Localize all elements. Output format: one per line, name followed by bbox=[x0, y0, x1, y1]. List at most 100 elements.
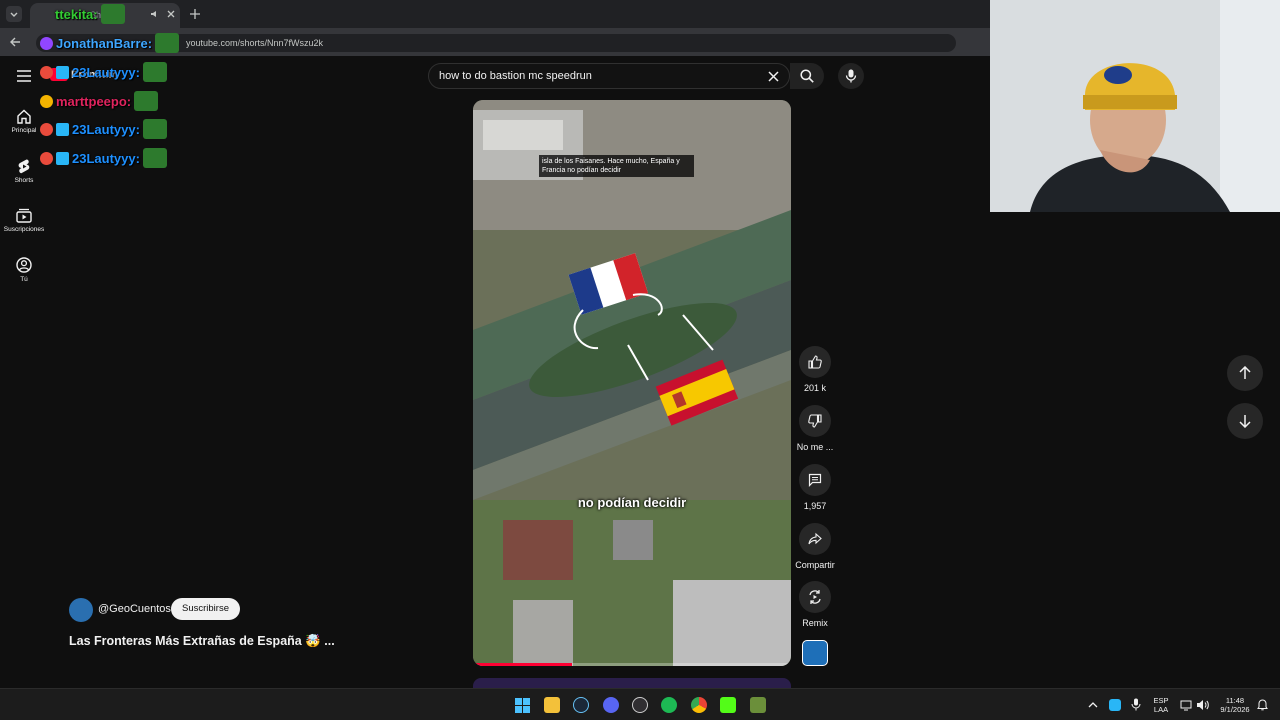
url-text: youtube.com/shorts/Nnn7fWszu2k bbox=[186, 38, 324, 48]
input-language-indicator[interactable]: ESP LAA bbox=[1150, 696, 1172, 714]
channel-handle[interactable]: @GeoCuentos bbox=[98, 603, 171, 615]
search-box[interactable]: how to do bastion mc speedrun bbox=[428, 63, 790, 89]
clear-search-icon[interactable] bbox=[768, 71, 779, 82]
chat-username: 23Lautyyy: bbox=[72, 64, 140, 80]
remix-button[interactable]: Remix bbox=[793, 581, 837, 628]
chat-emote-icon bbox=[142, 119, 167, 139]
chevron-down-icon bbox=[10, 12, 18, 17]
arrow-down-icon bbox=[1239, 415, 1251, 428]
chrome-icon[interactable] bbox=[691, 697, 707, 713]
thumbs-down-icon bbox=[808, 414, 822, 428]
like-button[interactable]: 201 k bbox=[793, 346, 837, 393]
volume-icon[interactable] bbox=[1196, 699, 1209, 711]
channel-avatar-small[interactable] bbox=[802, 640, 828, 666]
remix-label: Remix bbox=[802, 618, 828, 628]
video-title[interactable]: Las Fronteras Más Extrañas de España 🤯 .… bbox=[69, 634, 335, 649]
file-explorer-icon[interactable] bbox=[544, 697, 560, 713]
user-badge-icon bbox=[40, 94, 53, 108]
clock-time: 11:48 bbox=[1225, 696, 1245, 705]
video-label-card: isla de los Faisanes. Hace mucho, España… bbox=[539, 155, 694, 177]
minecraft-icon[interactable] bbox=[750, 697, 766, 713]
arrow-up-icon bbox=[1239, 366, 1251, 379]
previous-short-button[interactable] bbox=[1227, 355, 1263, 391]
video-caption: no podían decidir bbox=[577, 495, 687, 510]
sidebar-item-you[interactable]: Tú bbox=[0, 257, 48, 283]
share-button[interactable]: Compartir bbox=[793, 523, 837, 570]
dislike-label: No me ... bbox=[796, 442, 834, 452]
spotify-icon[interactable] bbox=[661, 697, 677, 713]
dislike-button[interactable]: No me ... bbox=[793, 405, 837, 452]
browser-tab-bar: Shorts bbox=[0, 0, 990, 28]
share-label: Compartir bbox=[795, 560, 835, 570]
search-icon bbox=[800, 69, 814, 83]
user-badge-icon bbox=[40, 36, 53, 50]
chat-username: ttekita: bbox=[55, 6, 98, 22]
microphone-icon bbox=[845, 69, 857, 83]
subscribe-button[interactable]: Suscribirse bbox=[171, 598, 240, 620]
user-badge-icon bbox=[40, 122, 53, 136]
shorts-icon bbox=[18, 159, 30, 174]
search-button[interactable] bbox=[790, 63, 824, 89]
close-tab-icon[interactable] bbox=[166, 9, 176, 19]
chat-username: 23Lautyyy: bbox=[72, 150, 140, 166]
chat-emote-icon bbox=[100, 4, 125, 24]
video-progress-bar[interactable] bbox=[473, 663, 791, 666]
back-arrow-icon[interactable] bbox=[9, 36, 21, 48]
clock[interactable]: 11:48 9/1/2026 bbox=[1214, 696, 1256, 714]
sidebar-item-label: Suscripciones bbox=[3, 226, 45, 233]
windows-start-icon[interactable] bbox=[515, 698, 530, 713]
subscriptions-icon bbox=[16, 208, 32, 223]
chat-username: JonathanBarre: bbox=[56, 35, 153, 51]
chat-message: marttpeepo: bbox=[40, 90, 159, 112]
chat-username: marttpeepo: bbox=[56, 93, 132, 109]
user-badge-icon bbox=[40, 65, 53, 79]
keyboard-layout: LAA bbox=[1153, 705, 1169, 714]
short-video-player[interactable]: isla de los Faisanes. Hace mucho, España… bbox=[473, 100, 791, 666]
next-short-button[interactable] bbox=[1227, 403, 1263, 439]
chat-username: 23Lautyyy: bbox=[72, 121, 140, 137]
user-badge-icon bbox=[40, 151, 53, 165]
new-tab-icon[interactable] bbox=[189, 8, 201, 20]
tab-list-button[interactable] bbox=[6, 6, 22, 22]
you-icon bbox=[16, 257, 32, 273]
home-icon bbox=[17, 109, 31, 124]
aerial-map-video-frame bbox=[473, 100, 791, 666]
microphone-tray-icon[interactable] bbox=[1131, 698, 1141, 711]
video-progress-fill bbox=[473, 663, 572, 666]
cube-badge-icon bbox=[56, 65, 69, 79]
voice-search-button[interactable] bbox=[838, 63, 864, 89]
chevron-up-icon[interactable] bbox=[1088, 700, 1098, 710]
comment-icon bbox=[808, 473, 822, 487]
discord-icon[interactable] bbox=[603, 697, 619, 713]
like-count: 201 k bbox=[803, 383, 827, 393]
thumbs-up-icon bbox=[808, 355, 822, 369]
language-code: ESP bbox=[1153, 696, 1169, 705]
tray-app-icon[interactable] bbox=[1109, 699, 1121, 711]
sidebar-item-label: Principal bbox=[11, 127, 37, 134]
chat-emote-icon bbox=[142, 148, 167, 168]
next-short-preview[interactable] bbox=[473, 678, 791, 688]
search-input[interactable]: how to do bastion mc speedrun bbox=[439, 70, 592, 82]
sidebar-item-label: Shorts bbox=[14, 177, 34, 184]
chat-message: ttekita: bbox=[55, 3, 125, 25]
cube-badge-icon bbox=[56, 122, 69, 136]
chat-message: 23Lautyyy: bbox=[40, 147, 167, 169]
remix-icon bbox=[809, 590, 821, 604]
obs-icon[interactable] bbox=[632, 697, 648, 713]
comments-button[interactable]: 1,957 bbox=[793, 464, 837, 511]
channel-avatar[interactable] bbox=[69, 598, 93, 622]
cube-badge-icon bbox=[56, 151, 69, 165]
kick-icon[interactable] bbox=[720, 697, 736, 713]
clock-date: 9/1/2026 bbox=[1220, 705, 1250, 714]
steam-icon[interactable] bbox=[573, 697, 589, 713]
menu-icon[interactable] bbox=[17, 70, 31, 82]
chat-message: 23Lautyyy: bbox=[40, 61, 167, 83]
chat-emote-icon bbox=[134, 91, 159, 111]
chat-message: 23Lautyyy: bbox=[40, 118, 167, 140]
share-icon bbox=[808, 532, 822, 545]
speaker-icon[interactable] bbox=[150, 9, 160, 19]
network-icon[interactable] bbox=[1180, 699, 1192, 711]
sidebar-item-subscriptions[interactable]: Suscripciones bbox=[0, 208, 48, 233]
chat-emote-icon bbox=[155, 33, 180, 53]
notification-bell-icon[interactable] bbox=[1257, 698, 1268, 711]
